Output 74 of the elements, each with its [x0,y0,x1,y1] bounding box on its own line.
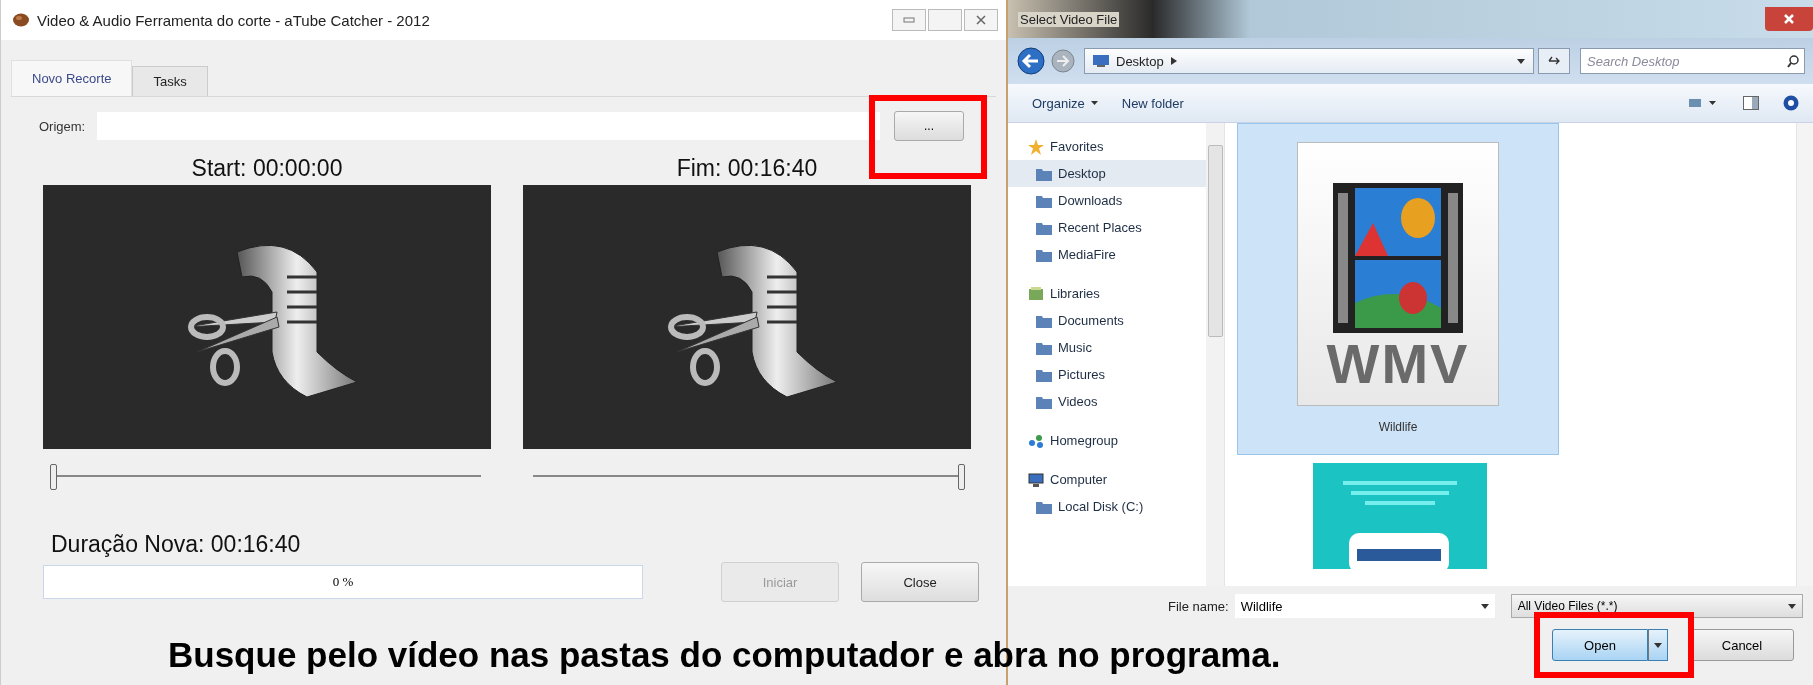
new-folder-button[interactable]: New folder [1121,95,1184,111]
library-icon [1028,285,1044,302]
app-icon [13,13,29,27]
nav-item[interactable]: Local Disk (C:) [1008,493,1206,520]
caption-text: Busque pelo vídeo nas pastas do computador e abra no programa. [168,635,1281,675]
preview-pane-icon[interactable] [1743,96,1759,110]
action-button[interactable]: Close [861,562,979,602]
open-dropdown-button[interactable] [1648,629,1668,661]
file-name-field[interactable]: Wildlife [1234,594,1495,618]
nav-item[interactable]: Pictures [1008,361,1206,388]
refresh-icon [1547,55,1561,67]
origin-label: Origem: [38,118,87,134]
folder-icon [1036,313,1052,328]
scrollbar[interactable] [1206,123,1224,586]
close-icon [1783,13,1795,25]
scrollbar[interactable] [1796,123,1813,586]
slider-thumb[interactable] [958,464,965,490]
back-icon[interactable] [1016,46,1046,76]
close-button[interactable] [964,9,998,31]
folder-icon [1036,220,1052,235]
close-button[interactable] [1765,7,1813,31]
chevron-right-icon [1170,57,1177,65]
slider-thumb[interactable] [50,464,57,490]
caret-icon [1654,642,1662,648]
search-field[interactable]: Search Desktop [1580,48,1805,74]
search-icon [1787,55,1799,68]
nav-item[interactable]: Documents [1008,307,1206,334]
nav-item[interactable]: Libraries [1008,280,1206,307]
star-icon [1028,138,1044,155]
caret-icon [1090,101,1098,105]
close-icon [976,15,986,25]
nav-item[interactable]: Desktop [1008,160,1206,187]
address-bar[interactable]: Desktop [1084,48,1534,74]
nav-item[interactable]: Music [1008,334,1206,361]
browse-button[interactable]: ... [894,111,964,141]
folder-icon [1036,247,1052,262]
file-name-label: File name: [1168,598,1229,614]
dropdown-icon [1788,603,1796,609]
tab[interactable]: Tasks [132,66,208,96]
network-icon [1028,432,1044,449]
view-icon[interactable] [1689,97,1719,109]
folder-icon [1036,166,1052,181]
origin-field[interactable] [97,112,880,140]
nav-item[interactable]: Favorites [1008,133,1206,160]
folder-icon [1036,367,1052,382]
nav-item[interactable]: Recent Places [1008,214,1206,241]
forward-icon[interactable] [1050,48,1076,74]
window-title: Video & Audio Ferramenta do corte - aTube Catcher - 2012 [37,11,430,29]
help-icon[interactable] [1783,95,1799,111]
tab[interactable]: Novo Recorte [11,60,133,96]
folder-icon [1036,394,1052,409]
dropdown-icon [1480,603,1489,609]
dialog-title: Select Video File [1018,11,1120,27]
nav-item[interactable]: Videos [1008,388,1206,415]
dropdown-icon [1517,58,1525,64]
folder-icon [1036,193,1052,208]
progress-reading: 0 % [332,574,354,590]
nav-item[interactable]: Homegroup [1008,427,1206,454]
file-type-label: WMV [1326,333,1470,395]
nav-item[interactable]: Downloads [1008,187,1206,214]
refresh-button[interactable] [1538,48,1570,74]
file-tile[interactable]: WMV Wildlife [1237,123,1559,455]
folder-icon [1036,499,1052,514]
minimize-icon [903,17,915,23]
open-button[interactable]: Open [1552,629,1648,661]
time-label: Start: 00:00:00 [190,154,344,183]
computer-icon [1028,471,1044,488]
monitor-icon [1093,55,1109,67]
duration-label: Duração Nova: 00:16:40 [51,531,302,558]
nav-item[interactable]: MediaFire [1008,241,1206,268]
folder-icon [1036,340,1052,355]
time-label: Fim: 00:16:40 [675,154,819,183]
nav-item[interactable]: Computer [1008,466,1206,493]
organize-button[interactable]: Organize [1032,95,1098,111]
